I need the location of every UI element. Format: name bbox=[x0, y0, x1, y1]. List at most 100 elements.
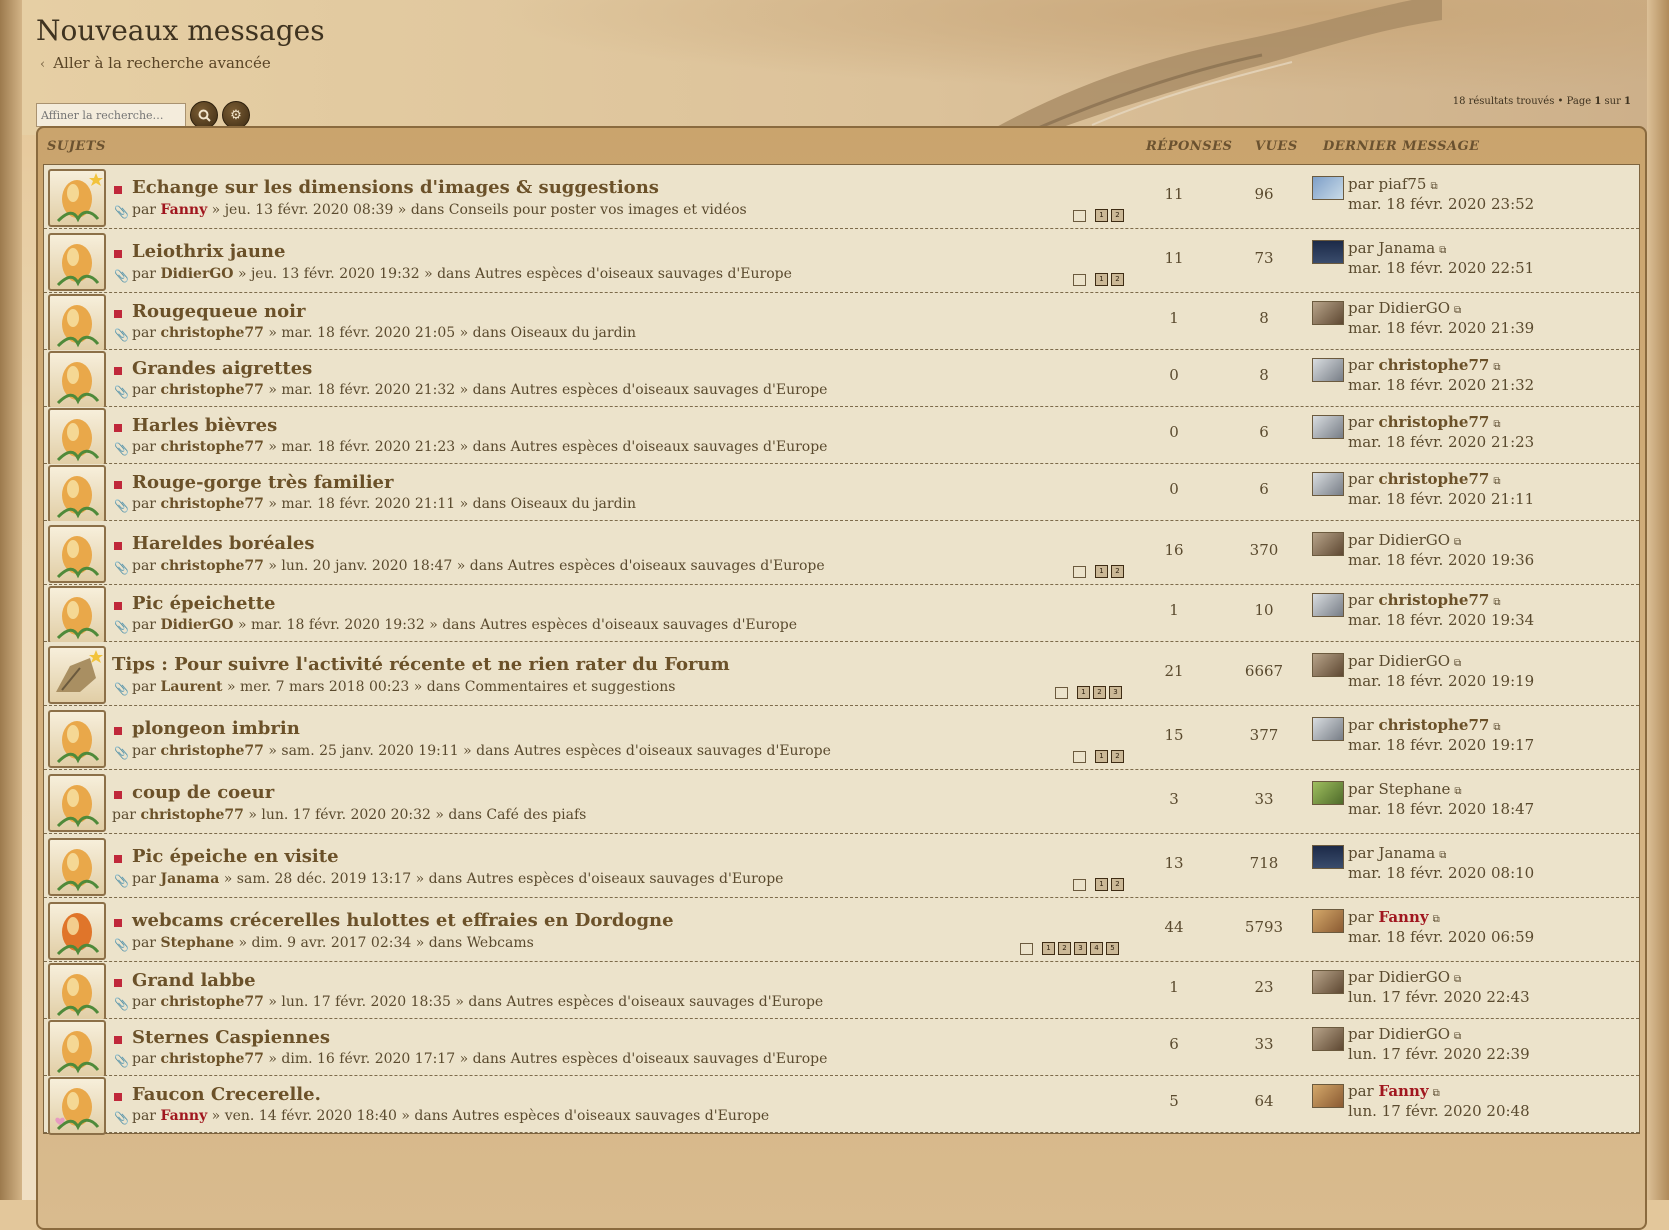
goto-last-post-icon[interactable]: ⧉ bbox=[1454, 305, 1461, 316]
topic-author-link[interactable]: christophe77 bbox=[160, 743, 263, 759]
topic-forum-link[interactable]: Autres espèces d'oiseaux sauvages d'Euro… bbox=[511, 439, 828, 455]
page-number-link[interactable]: 2 bbox=[1111, 878, 1124, 891]
last-poster-avatar[interactable] bbox=[1312, 176, 1344, 200]
last-poster-avatar[interactable] bbox=[1312, 240, 1344, 264]
last-poster-avatar[interactable] bbox=[1312, 358, 1344, 382]
topic-forum-link[interactable]: Autres espèces d'oiseaux sauvages d'Euro… bbox=[508, 558, 825, 574]
last-poster-user-link[interactable]: christophe77 bbox=[1379, 591, 1490, 609]
goto-last-post-icon[interactable]: ⧉ bbox=[1493, 419, 1500, 430]
topic-author-link[interactable]: Janama bbox=[160, 871, 219, 887]
new-post-marker[interactable] bbox=[114, 481, 122, 489]
new-post-marker[interactable] bbox=[114, 979, 122, 987]
topic-author-link[interactable]: Stephane bbox=[160, 935, 234, 951]
last-poster-label[interactable]: par bbox=[1348, 908, 1374, 926]
last-poster-user-link[interactable]: christophe77 bbox=[1379, 413, 1490, 431]
page-number-link[interactable]: 5 bbox=[1106, 942, 1119, 955]
last-poster-user-link[interactable]: christophe77 bbox=[1379, 716, 1490, 734]
topic-author-link[interactable]: christophe77 bbox=[160, 439, 263, 455]
goto-last-post-icon[interactable]: ⧉ bbox=[1433, 1088, 1440, 1099]
goto-last-post-icon[interactable]: ⧉ bbox=[1493, 597, 1500, 608]
last-poster-user-link[interactable]: Fanny bbox=[1379, 1082, 1429, 1100]
page-number-link[interactable]: 1 bbox=[1077, 686, 1090, 699]
last-poster-avatar[interactable] bbox=[1312, 909, 1344, 933]
last-poster-avatar[interactable] bbox=[1312, 1027, 1344, 1051]
topic-title-link[interactable]: Pic épeichette bbox=[132, 593, 276, 614]
last-poster-label[interactable]: par Stephane bbox=[1348, 780, 1450, 798]
topic-forum-link[interactable]: Webcams bbox=[467, 935, 534, 951]
advanced-search-link[interactable]: ‹ Aller à la recherche avancée bbox=[40, 54, 271, 72]
goto-last-post-icon[interactable]: ⧉ bbox=[1439, 850, 1446, 861]
last-poster-avatar[interactable] bbox=[1312, 653, 1344, 677]
topic-forum-link[interactable]: Café des piafs bbox=[486, 807, 586, 823]
search-button[interactable] bbox=[190, 101, 218, 129]
last-poster-label[interactable]: par bbox=[1348, 1082, 1374, 1100]
topic-forum-link[interactable]: Autres espèces d'oiseaux sauvages d'Euro… bbox=[467, 871, 784, 887]
page-number-link[interactable]: 4 bbox=[1090, 942, 1103, 955]
topic-forum-link[interactable]: Autres espèces d'oiseaux sauvages d'Euro… bbox=[514, 743, 831, 759]
last-poster-avatar[interactable] bbox=[1312, 717, 1344, 741]
topic-title-link[interactable]: Hareldes boréales bbox=[132, 533, 315, 554]
last-poster-label[interactable]: par bbox=[1348, 591, 1374, 609]
topic-author-link[interactable]: Fanny bbox=[160, 202, 207, 218]
topic-forum-link[interactable]: Oiseaux du jardin bbox=[511, 325, 636, 341]
new-post-marker[interactable] bbox=[114, 367, 122, 375]
page-number-link[interactable]: 3 bbox=[1074, 942, 1087, 955]
topic-title-link[interactable]: Pic épeiche en visite bbox=[132, 846, 339, 867]
topic-author-link[interactable]: christophe77 bbox=[160, 382, 263, 398]
new-post-marker[interactable] bbox=[114, 310, 122, 318]
topic-author-link[interactable]: christophe77 bbox=[160, 558, 263, 574]
topic-forum-link[interactable]: Oiseaux du jardin bbox=[511, 496, 636, 512]
topic-title-link[interactable]: Sternes Caspiennes bbox=[132, 1027, 330, 1048]
new-post-marker[interactable] bbox=[114, 791, 122, 799]
goto-last-post-icon[interactable]: ⧉ bbox=[1493, 362, 1500, 373]
search-input[interactable] bbox=[36, 103, 186, 127]
topic-title-link[interactable]: coup de coeur bbox=[132, 782, 274, 803]
new-post-marker[interactable] bbox=[114, 186, 122, 194]
goto-last-post-icon[interactable]: ⧉ bbox=[1493, 722, 1500, 733]
page-number-link[interactable]: 1 bbox=[1095, 750, 1108, 763]
page-number-link[interactable]: 1 bbox=[1095, 273, 1108, 286]
last-poster-avatar[interactable] bbox=[1312, 415, 1344, 439]
topic-title-link[interactable]: Harles bièvres bbox=[132, 415, 277, 436]
last-poster-user-link[interactable]: Fanny bbox=[1379, 908, 1429, 926]
last-poster-avatar[interactable] bbox=[1312, 301, 1344, 325]
topic-author-link[interactable]: christophe77 bbox=[140, 807, 243, 823]
last-poster-label[interactable]: par Janama bbox=[1348, 239, 1435, 257]
page-number-link[interactable]: 2 bbox=[1111, 565, 1124, 578]
topic-forum-link[interactable]: Conseils pour poster vos images et vidéo… bbox=[449, 202, 747, 218]
last-poster-avatar[interactable] bbox=[1312, 845, 1344, 869]
topic-title-link[interactable]: webcams crécerelles hulottes et effraies… bbox=[132, 910, 674, 931]
last-poster-avatar[interactable] bbox=[1312, 532, 1344, 556]
topic-title-link[interactable]: Echange sur les dimensions d'images & su… bbox=[132, 177, 659, 198]
new-post-marker[interactable] bbox=[114, 1093, 122, 1101]
new-post-marker[interactable] bbox=[114, 602, 122, 610]
last-poster-avatar[interactable] bbox=[1312, 472, 1344, 496]
goto-last-post-icon[interactable]: ⧉ bbox=[1454, 1031, 1461, 1042]
topic-forum-link[interactable]: Autres espèces d'oiseaux sauvages d'Euro… bbox=[511, 382, 828, 398]
topic-author-link[interactable]: christophe77 bbox=[160, 325, 263, 341]
last-poster-avatar[interactable] bbox=[1312, 970, 1344, 994]
last-poster-label[interactable]: par bbox=[1348, 470, 1374, 488]
topic-author-link[interactable]: christophe77 bbox=[160, 496, 263, 512]
goto-last-post-icon[interactable]: ⧉ bbox=[1493, 476, 1500, 487]
topic-author-link[interactable]: DidierGO bbox=[160, 617, 233, 633]
last-poster-avatar[interactable] bbox=[1312, 781, 1344, 805]
new-post-marker[interactable] bbox=[114, 727, 122, 735]
goto-last-post-icon[interactable]: ⧉ bbox=[1454, 658, 1461, 669]
topic-title-link[interactable]: Grandes aigrettes bbox=[132, 358, 312, 379]
last-poster-label[interactable]: par bbox=[1348, 413, 1374, 431]
page-number-link[interactable]: 2 bbox=[1111, 750, 1124, 763]
last-poster-avatar[interactable] bbox=[1312, 1084, 1344, 1108]
topic-author-link[interactable]: christophe77 bbox=[160, 1051, 263, 1067]
last-poster-label[interactable]: par bbox=[1348, 356, 1374, 374]
topic-author-link[interactable]: Laurent bbox=[160, 679, 222, 695]
page-number-link[interactable]: 1 bbox=[1095, 565, 1108, 578]
topic-author-link[interactable]: christophe77 bbox=[160, 994, 263, 1010]
new-post-marker[interactable] bbox=[114, 919, 122, 927]
topic-title-link[interactable]: Grand labbe bbox=[132, 970, 256, 991]
search-settings-button[interactable]: ⚙ bbox=[222, 101, 250, 129]
new-post-marker[interactable] bbox=[114, 1036, 122, 1044]
topic-forum-link[interactable]: Autres espèces d'oiseaux sauvages d'Euro… bbox=[480, 617, 797, 633]
page-number-link[interactable]: 3 bbox=[1109, 686, 1122, 699]
page-number-link[interactable]: 2 bbox=[1111, 209, 1124, 222]
